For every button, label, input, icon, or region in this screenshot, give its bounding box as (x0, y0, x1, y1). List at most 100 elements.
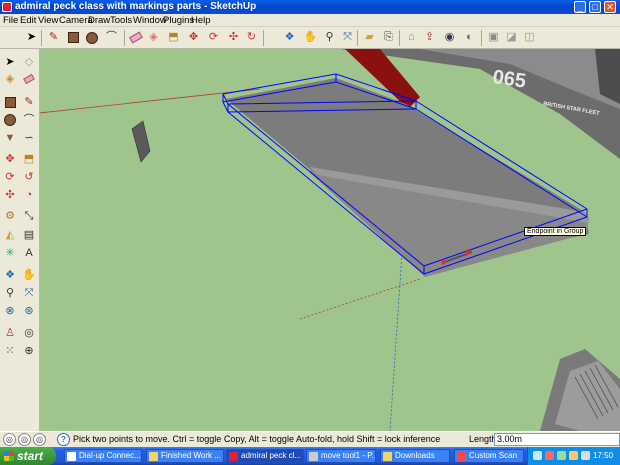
eraser-icon[interactable] (21, 71, 37, 87)
volume-icon[interactable] (581, 451, 590, 460)
text-icon[interactable]: ▤ (21, 227, 37, 243)
axes-icon[interactable]: ✳ (2, 245, 18, 261)
taskbar-item-downloads[interactable]: Downloads (380, 449, 450, 463)
make-component-icon[interactable]: ◇ (21, 54, 37, 70)
circle-icon[interactable] (84, 30, 99, 45)
start-label: start (17, 449, 44, 463)
pencil-line-icon[interactable]: ✎ (46, 30, 61, 45)
previous-view-icon[interactable]: ⊛ (21, 303, 37, 319)
system-tray: 17:50 (527, 447, 620, 465)
menu-help[interactable]: Help (191, 15, 211, 26)
scale-icon[interactable]: ✣ (2, 187, 18, 203)
folder-icon (383, 452, 392, 461)
toolbar-separator (263, 30, 264, 46)
floating-part (131, 120, 151, 163)
hull-number: 065 (491, 66, 527, 92)
taskbar-item-dialup[interactable]: Dial-up Connec... (64, 449, 142, 463)
update-icon[interactable] (557, 451, 566, 460)
close-button[interactable]: ✕ (604, 1, 616, 13)
zoom-window-icon[interactable]: ⤧ (21, 285, 37, 301)
look-around-icon[interactable]: ◎ (21, 325, 37, 341)
follow-me-icon[interactable]: ↺ (21, 169, 37, 185)
menu-tools[interactable]: Tools (110, 15, 132, 26)
select-icon[interactable]: ➤ (24, 30, 39, 45)
freehand-icon[interactable]: ∽ (21, 130, 37, 146)
taskbar-item-finished-work[interactable]: Finished Work ... (146, 449, 224, 463)
component-icon[interactable]: ◐ (462, 30, 477, 45)
layers-icon[interactable]: ◪ (504, 30, 519, 45)
menu-bar: File Edit View Camera Draw Tools Window … (0, 14, 620, 27)
maximize-button[interactable]: □ (589, 1, 601, 13)
antivirus-tray-icon[interactable] (545, 451, 554, 460)
credits-icon[interactable]: ◎ (18, 433, 31, 446)
walk-icon[interactable]: ⁙ (2, 343, 18, 359)
sketchup-app-icon[interactable] (2, 2, 12, 12)
protractor-icon[interactable]: ◭ (2, 227, 18, 243)
position-camera-icon[interactable]: ♙ (2, 325, 18, 341)
length-input[interactable]: 3.00m (494, 433, 620, 446)
zoom-icon[interactable]: ⚲ (2, 285, 18, 301)
network-icon[interactable] (533, 451, 542, 460)
polygon-icon[interactable]: ▼ (2, 130, 18, 146)
security-icon[interactable] (569, 451, 578, 460)
folder-icon (149, 452, 158, 461)
get-models-icon[interactable]: ⌂ (404, 30, 419, 45)
open-icon[interactable]: ▰ (362, 30, 377, 45)
rectangle-icon[interactable] (2, 94, 18, 110)
sketchup-icon (229, 452, 238, 461)
help-icon[interactable]: ? (57, 433, 70, 446)
pan-icon[interactable]: ✋ (303, 30, 318, 45)
taskbar-item-custom-scan[interactable]: Custom Scan (454, 449, 524, 463)
toolbar-separator (399, 30, 400, 46)
windows-logo-icon (4, 451, 14, 461)
start-button[interactable]: start (0, 447, 56, 465)
taskbar-item-move-tool[interactable]: move tool1 - P... (306, 449, 376, 463)
pan-icon[interactable]: ✋ (21, 267, 37, 283)
zoom-extents-icon[interactable]: ⤧ (340, 30, 355, 45)
circle-icon[interactable] (2, 112, 18, 128)
push-pull-icon[interactable]: ⬒ (166, 30, 181, 45)
drawing-viewport[interactable]: 065 BRITISH STAR FLEET Endpoint in Group (40, 49, 620, 431)
3d-text-icon[interactable]: A (21, 245, 37, 261)
status-message: Pick two points to move. Ctrl = toggle C… (73, 434, 441, 444)
rotate-icon[interactable]: ⟳ (2, 169, 18, 185)
section-plane-icon[interactable]: ⊕ (21, 343, 37, 359)
scenes-icon[interactable]: ◫ (522, 30, 537, 45)
zoom-extents-icon[interactable]: ⊗ (2, 303, 18, 319)
menu-draw[interactable]: Draw (88, 15, 110, 26)
offset-icon[interactable]: ◔ (21, 187, 37, 203)
google-earth-icon[interactable]: ◉ (442, 30, 457, 45)
select-icon[interactable]: ➤ (2, 54, 18, 70)
move-icon[interactable]: ✥ (186, 30, 201, 45)
arc-icon[interactable]: ⌒ (21, 112, 37, 128)
zoom-icon[interactable]: ⚲ (322, 30, 337, 45)
minimize-button[interactable]: _ (574, 1, 586, 13)
rotate-icon[interactable]: ⟳ (206, 30, 221, 45)
geolocation-icon[interactable]: ◎ (3, 433, 16, 446)
menu-plugins[interactable]: Plugins (163, 15, 194, 26)
menu-edit[interactable]: Edit (20, 15, 36, 26)
clock: 17:50 (593, 451, 614, 460)
menu-window[interactable]: Window (133, 15, 167, 26)
share-model-icon[interactable]: ⇪ (422, 30, 437, 45)
follow-me-icon[interactable]: ✣ (226, 30, 241, 45)
push-pull-icon[interactable]: ⬒ (21, 151, 37, 167)
paint-bucket-icon[interactable]: ◈ (2, 71, 18, 87)
line-icon[interactable]: ✎ (21, 94, 37, 110)
scale-icon[interactable]: ↻ (244, 30, 259, 45)
user-icon[interactable]: ◎ (33, 433, 46, 446)
tape-measure-icon[interactable]: ⚙ (2, 208, 18, 224)
rectangle-icon[interactable] (66, 30, 81, 45)
dimension-icon[interactable]: ⤡ (21, 208, 37, 224)
style-icon[interactable]: ▣ (486, 30, 501, 45)
arc-icon[interactable]: ⌒ (104, 30, 119, 45)
menu-file[interactable]: File (3, 15, 18, 26)
eraser-icon[interactable] (128, 30, 143, 45)
orbit-icon[interactable]: ❖ (2, 267, 18, 283)
move-icon[interactable]: ✥ (2, 151, 18, 167)
save-icon[interactable]: ⎘ (381, 30, 396, 45)
taskbar-item-sketchup[interactable]: admiral peck cl... (226, 449, 304, 463)
menu-view[interactable]: View (38, 15, 58, 26)
paint-bucket-icon[interactable]: ◈ (146, 30, 161, 45)
orbit-icon[interactable]: ❖ (282, 30, 297, 45)
